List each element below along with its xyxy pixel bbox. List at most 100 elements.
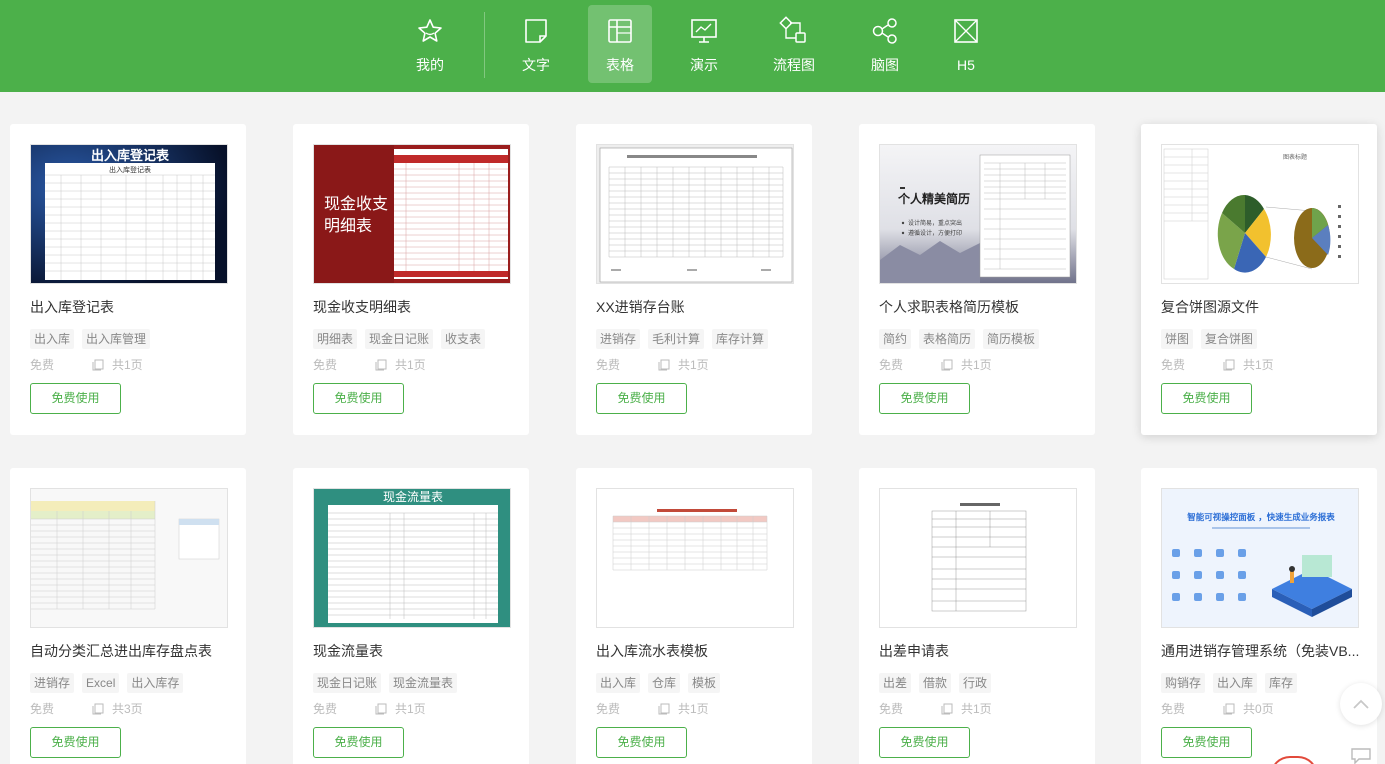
free-use-button[interactable]: 免费使用 xyxy=(596,383,687,414)
template-title[interactable]: 现金收支明细表 xyxy=(313,298,513,316)
template-card[interactable]: 个人精美简历 设计简易，重点突出 遵循设计，方便打印 个人求职表格简历模板 简约… xyxy=(859,124,1095,435)
template-card[interactable]: 出入库登记表 出入库登记表 出入库登记表 出入库 出入库管理 免费 共1页 免费使… xyxy=(10,124,246,435)
template-card[interactable]: 现金流量表 现金流量表 现金日记账 现金流量表 免费 共1页 免费使用 xyxy=(293,468,529,764)
nav-item-presentation[interactable]: 演示 xyxy=(672,5,736,83)
page-count: 共1页 xyxy=(112,358,143,372)
template-title[interactable]: 个人求职表格简历模板 xyxy=(879,298,1079,316)
nav-item-label: 流程图 xyxy=(773,57,815,73)
template-card[interactable]: 出入库流水表模板 出入库 仓库 模板 免费 共1页 免费使用 xyxy=(576,468,812,764)
free-use-button[interactable]: 免费使用 xyxy=(30,383,121,414)
template-title[interactable]: 现金流量表 xyxy=(313,642,513,660)
tag[interactable]: 表格简历 xyxy=(919,329,976,349)
price-label: 免费 xyxy=(313,358,338,372)
pages-icon xyxy=(375,359,387,371)
tag[interactable]: 行政 xyxy=(959,673,992,693)
template-card[interactable]: 出差申请表 出差 借款 行政 免费 共1页 免费使用 xyxy=(859,468,1095,764)
free-use-button[interactable]: 免费使用 xyxy=(879,383,970,414)
template-title[interactable]: 通用进销存管理系统（免装VB... xyxy=(1161,642,1361,660)
free-use-button[interactable]: 免费使用 xyxy=(596,727,687,758)
tag[interactable]: 现金日记账 xyxy=(365,329,434,349)
free-use-button[interactable]: 免费使用 xyxy=(313,727,404,758)
tag[interactable]: 借款 xyxy=(919,673,952,693)
tag[interactable]: 出入库 xyxy=(1213,673,1258,693)
tag[interactable]: 复合饼图 xyxy=(1201,329,1258,349)
nav-item-label: H5 xyxy=(957,57,975,73)
thumb-heading: 现金流量表 xyxy=(383,489,443,504)
template-thumbnail[interactable] xyxy=(30,488,228,628)
template-thumbnail[interactable]: 现金收支 明细表 xyxy=(313,144,511,284)
template-thumbnail[interactable] xyxy=(596,488,794,628)
nav-item-mindmap[interactable]: 脑图 xyxy=(853,5,917,83)
pages-icon xyxy=(1223,703,1235,715)
tag[interactable]: 出入库 xyxy=(596,673,641,693)
tag[interactable]: 出差 xyxy=(879,673,912,693)
tag[interactable]: 购销存 xyxy=(1161,673,1206,693)
template-title[interactable]: 出差申请表 xyxy=(879,642,1079,660)
nav-item-flowchart[interactable]: 流程图 xyxy=(762,5,826,83)
tag[interactable]: 现金流量表 xyxy=(389,673,458,693)
tag-list: 明细表 现金日记账 收支表 xyxy=(313,329,493,349)
tag[interactable]: 进销存 xyxy=(596,329,641,349)
thumb-heading: 现金收支 xyxy=(324,194,388,213)
template-meta: 免费 共1页 xyxy=(30,357,230,373)
page-count: 共1页 xyxy=(961,358,992,372)
tag[interactable]: 进销存 xyxy=(30,673,75,693)
nav-item-text[interactable]: 文字 xyxy=(504,5,568,83)
free-use-button[interactable]: 免费使用 xyxy=(313,383,404,414)
free-use-button[interactable]: 免费使用 xyxy=(1161,727,1252,758)
template-title[interactable]: XX进销存台账 xyxy=(596,298,796,316)
template-thumbnail[interactable] xyxy=(879,488,1077,628)
tag[interactable]: 简历模板 xyxy=(983,329,1040,349)
tag[interactable]: 出入库管理 xyxy=(82,329,151,349)
template-card[interactable]: XX进销存台账 进销存 毛利计算 库存计算 免费 共1页 免费使用 xyxy=(576,124,812,435)
chevron-up-icon xyxy=(1353,699,1369,709)
template-title[interactable]: 自动分类汇总进出库存盘点表 xyxy=(30,642,230,660)
tag[interactable]: 现金日记账 xyxy=(313,673,382,693)
scroll-top-button[interactable] xyxy=(1340,683,1382,725)
tag[interactable]: 明细表 xyxy=(313,329,358,349)
template-card[interactable]: 图表标题 复合饼图源文件 饼图 复合饼图 免费 共1页 免费使用 xyxy=(1141,124,1377,435)
nav-item-label: 文字 xyxy=(522,57,550,73)
tag-list: 进销存 Excel 出入库存 xyxy=(30,673,191,693)
tag[interactable]: 收支表 xyxy=(441,329,486,349)
tag[interactable]: 库存计算 xyxy=(712,329,769,349)
template-title[interactable]: 出入库登记表 xyxy=(30,298,230,316)
chat-icon[interactable] xyxy=(1350,747,1372,764)
page-count: 共1页 xyxy=(678,702,709,716)
free-use-button[interactable]: 免费使用 xyxy=(1161,383,1252,414)
nav-item-mine[interactable]: 我的 xyxy=(398,5,462,83)
template-meta: 免费 共0页 xyxy=(1161,701,1361,717)
tag[interactable]: 库存 xyxy=(1265,673,1298,693)
nav-item-h5[interactable]: H5 xyxy=(934,5,998,83)
price-label: 免费 xyxy=(1161,702,1186,716)
tag[interactable]: 仓库 xyxy=(648,673,681,693)
tag[interactable]: 简约 xyxy=(879,329,912,349)
template-thumbnail[interactable]: 出入库登记表 出入库登记表 xyxy=(30,144,228,284)
free-use-button[interactable]: 免费使用 xyxy=(879,727,970,758)
tag[interactable]: 饼图 xyxy=(1161,329,1194,349)
template-thumbnail[interactable] xyxy=(596,144,794,284)
thumb-bullet: 遵循设计，方便打印 xyxy=(908,229,962,237)
thumb-subheading: 出入库登记表 xyxy=(109,165,151,174)
tag[interactable]: 出入库 xyxy=(30,329,75,349)
tag[interactable]: 毛利计算 xyxy=(648,329,705,349)
template-card[interactable]: 智能可视操控面板 ，快速生成业务报表 通用进销存管理系统（免装VB... 购销存… xyxy=(1141,468,1377,764)
template-title[interactable]: 出入库流水表模板 xyxy=(596,642,796,660)
pages-icon xyxy=(92,359,104,371)
template-thumbnail[interactable]: 图表标题 xyxy=(1161,144,1359,284)
template-thumbnail[interactable]: 个人精美简历 设计简易，重点突出 遵循设计，方便打印 xyxy=(879,144,1077,284)
template-title[interactable]: 复合饼图源文件 xyxy=(1161,298,1361,316)
nav-item-label: 表格 xyxy=(606,57,634,73)
pages-icon xyxy=(941,703,953,715)
tag[interactable]: 模板 xyxy=(688,673,721,693)
tag[interactable]: 出入库存 xyxy=(127,673,184,693)
nav-item-sheet[interactable]: 表格 xyxy=(588,5,652,83)
template-thumbnail[interactable]: 智能可视操控面板 ，快速生成业务报表 xyxy=(1161,488,1359,628)
free-use-button[interactable]: 免费使用 xyxy=(30,727,121,758)
tag[interactable]: Excel xyxy=(82,673,120,693)
template-thumbnail[interactable]: 现金流量表 xyxy=(313,488,511,628)
price-label: 免费 xyxy=(1161,358,1186,372)
page-count: 共1页 xyxy=(961,702,992,716)
template-card[interactable]: 现金收支 明细表 现金收支明细表 明细表 现金日记账 收支表 免费 共1页 免费使用 xyxy=(293,124,529,435)
template-card[interactable]: 自动分类汇总进出库存盘点表 进销存 Excel 出入库存 免费 共3页 免费使用 xyxy=(10,468,246,764)
